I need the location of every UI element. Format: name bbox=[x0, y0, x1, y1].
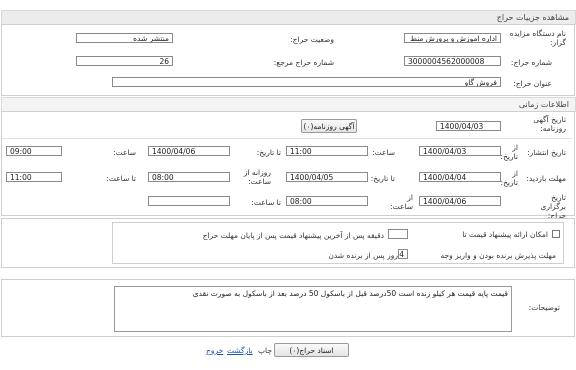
winner-deadline-label: مهلت پذیرش برنده بودن و واریز وجه bbox=[440, 251, 556, 260]
page-title: مشاهده جزییات حراج bbox=[496, 13, 569, 22]
timing-section-title: اطلاعات زمانی bbox=[518, 100, 569, 109]
price-offer-label: امکان ارائه پیشنهاد قیمت تا bbox=[462, 230, 548, 239]
auction-title-label: عنوان حراج: bbox=[513, 79, 552, 88]
visit-daily-from-label: روزانه از ساعت: bbox=[243, 168, 271, 186]
page-header: مشاهده جزییات حراج bbox=[1, 10, 576, 25]
hold-date-field[interactable]: 1400/04/06 bbox=[419, 196, 501, 206]
newspaper-date-label: تاریخ آگهی روزنامه: bbox=[533, 115, 566, 133]
winner-deadline-suffix: روز پس از برنده شدن bbox=[328, 251, 398, 260]
status-label: وضعیت حراج: bbox=[290, 35, 334, 44]
description-field[interactable]: قیمت پایه قیمت هر کیلو زنده است 50درصد ق… bbox=[114, 286, 512, 332]
auction-documents-button[interactable]: اسناد حراج(۰) bbox=[274, 343, 349, 357]
publish-label: تاریخ انتشار: bbox=[527, 148, 566, 157]
org-field[interactable]: اداره اموزش و پرورش منط bbox=[404, 33, 501, 43]
auction-number-field[interactable]: 3000004562000008 bbox=[404, 56, 501, 66]
visit-label: مهلت بازدید: bbox=[526, 174, 566, 183]
back-link[interactable]: بازگشت bbox=[227, 346, 253, 355]
visit-from-date-field[interactable]: 1400/04/04 bbox=[419, 172, 501, 182]
publish-from-date-field[interactable]: 1400/04/03 bbox=[419, 146, 501, 156]
timing-section-header: اطلاعات زمانی bbox=[1, 97, 576, 112]
hold-label: تاریخ برگزاری حراج: bbox=[540, 193, 566, 220]
publish-to-date-field[interactable]: 1400/04/06 bbox=[148, 146, 230, 156]
hold-from-time-label: از ساعت: bbox=[390, 193, 413, 211]
visit-to-time-label: تا ساعت: bbox=[106, 174, 136, 183]
visit-from-label: از تاریخ: bbox=[500, 169, 518, 187]
publish-from-time-label: ساعت: bbox=[372, 148, 395, 157]
print-label: چاپ bbox=[258, 346, 272, 355]
description-label: توضیحات: bbox=[528, 303, 560, 312]
newspaper-ad-button[interactable]: آگهی روزنامه(۰) bbox=[301, 119, 357, 133]
exit-link[interactable]: خروج bbox=[206, 346, 223, 355]
hold-to-time-label: تا ساعت: bbox=[251, 198, 281, 207]
timing-divider bbox=[2, 138, 572, 139]
publish-to-time-label: ساعت: bbox=[113, 148, 136, 157]
visit-to-date-label: تا تاریخ: bbox=[370, 174, 395, 183]
publish-from-label: از تاریخ: bbox=[500, 143, 518, 161]
auction-number-label: شماره حراج: bbox=[510, 58, 552, 67]
description-text: قیمت پایه قیمت هر کیلو زنده است 50درصد ق… bbox=[192, 289, 508, 298]
price-offer-suffix: دقیقه پس از آخرین پیشنهاد قیمت پس از پای… bbox=[202, 231, 384, 240]
hold-from-time-field[interactable]: 08:00 bbox=[286, 196, 368, 206]
visit-daily-from-field[interactable]: 08:00 bbox=[148, 172, 230, 182]
ref-number-field[interactable]: 26 bbox=[76, 56, 173, 66]
ref-number-label: شماره حراج مرجع: bbox=[273, 58, 334, 67]
visit-to-time-field[interactable]: 11:00 bbox=[6, 172, 62, 182]
status-field[interactable]: منتشر شده bbox=[76, 33, 173, 43]
auction-title-field[interactable]: فروش گاو bbox=[112, 77, 501, 87]
publish-to-date-label: تا تاریخ: bbox=[256, 148, 281, 157]
visit-to-date-field[interactable]: 1400/04/05 bbox=[286, 172, 368, 182]
hold-to-time-field[interactable] bbox=[148, 196, 230, 206]
publish-from-time-field[interactable]: 11:00 bbox=[286, 146, 368, 156]
org-label: نام دستگاه مزایده گزار: bbox=[509, 29, 566, 47]
newspaper-date-field[interactable]: 1400/04/03 bbox=[436, 121, 501, 131]
winner-deadline-days-field[interactable]: 4 bbox=[398, 249, 408, 259]
price-offer-minutes-field[interactable] bbox=[388, 229, 408, 239]
price-offer-checkbox[interactable] bbox=[552, 230, 560, 238]
publish-to-time-field[interactable]: 09:00 bbox=[6, 146, 62, 156]
